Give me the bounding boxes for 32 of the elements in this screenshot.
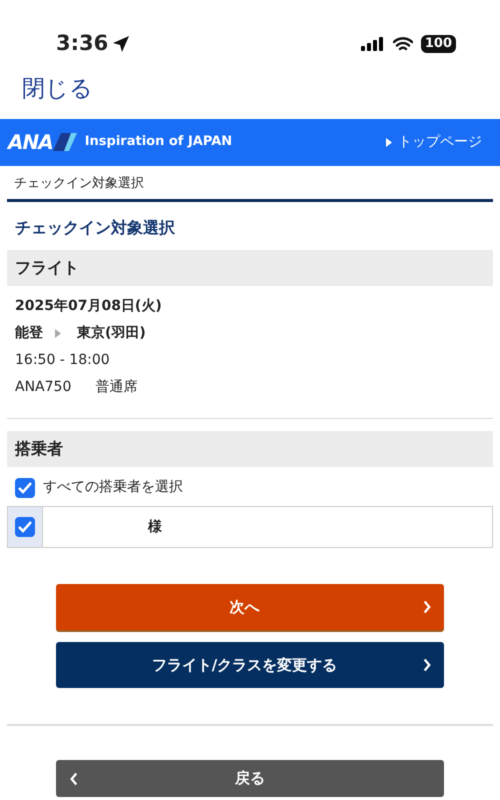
wifi-icon (392, 36, 413, 52)
logo-mark-icon (52, 133, 77, 151)
caret-icon (386, 138, 392, 146)
passenger-name: 様 (146, 518, 162, 536)
chevron-icon (68, 770, 79, 786)
tagline: Inspiration of JAPAN (84, 133, 232, 152)
flight-time: 16:50 - 18:00 (15, 351, 111, 370)
page-title: チェックイン対象選択 (14, 217, 176, 239)
caret-icon (55, 329, 61, 338)
chevron-icon (421, 657, 432, 673)
close-link[interactable]: 閉じる (0, 68, 115, 118)
select-all-label: すべての搭乗者を選択 (43, 478, 183, 497)
status-time: 3:36 (56, 30, 108, 58)
change-button[interactable]: フライト/クラスを変更する (56, 642, 444, 688)
cabin-class: 普通席 (95, 378, 138, 397)
flight-date: 2025年07月08日(火) (15, 297, 163, 316)
logo-text: ANA (8, 129, 53, 156)
next-button[interactable]: 次へ (56, 584, 444, 630)
destination-text: 東京(羽田) (77, 324, 146, 343)
checkbox[interactable] (15, 517, 35, 537)
battery-level: 100 (420, 35, 456, 53)
chevron-icon (421, 599, 432, 615)
flight-number: ANA750 (15, 378, 72, 397)
section-heading: 搭乗者 (7, 431, 493, 467)
checkbox[interactable] (15, 478, 35, 498)
signal-icon (360, 37, 385, 51)
breadcrumb-text: チェックイン対象選択 (13, 174, 145, 192)
origin-text: 能登 (15, 324, 43, 343)
back-button[interactable]: 戻る (56, 760, 444, 797)
section-heading: フライト (7, 250, 493, 286)
location-arrow-icon (112, 35, 130, 53)
top-page-link[interactable]: トップページ (386, 132, 492, 152)
